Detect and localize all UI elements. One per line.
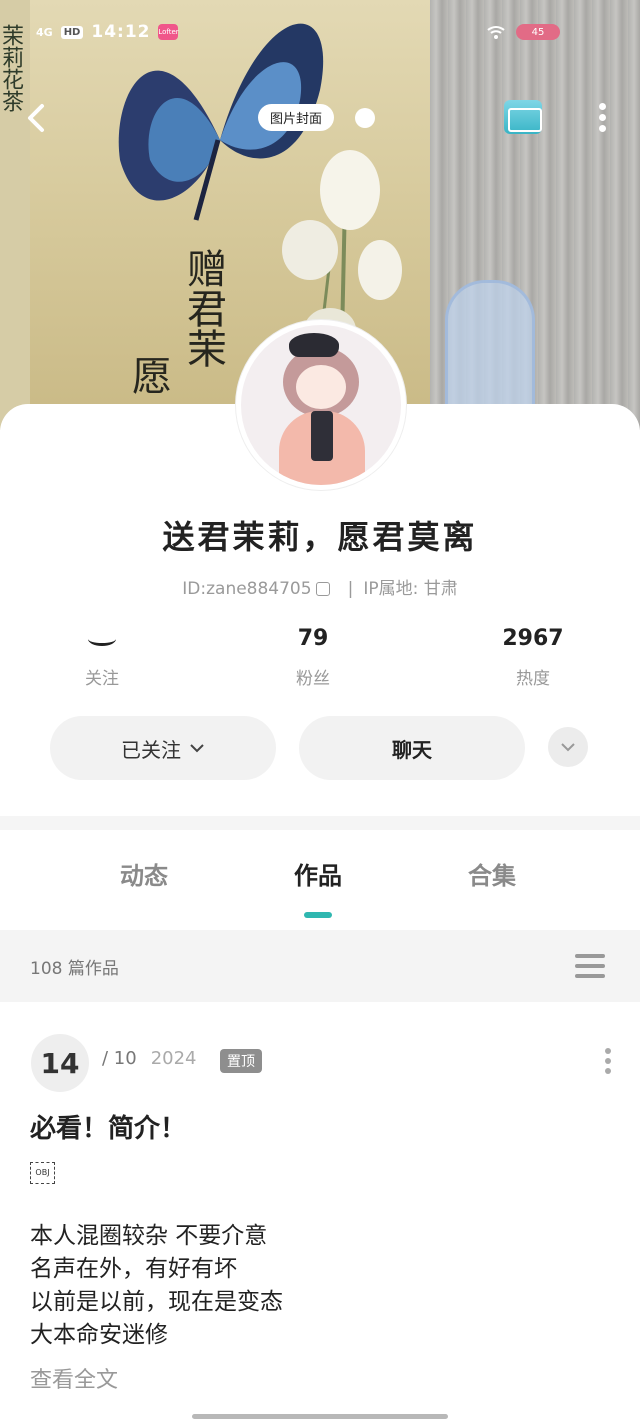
profile-meta: ID:zane884705 | IP属地: 甘肃 — [0, 574, 640, 599]
active-tab-indicator — [304, 912, 332, 918]
mail-icon[interactable] — [504, 100, 542, 134]
avatar[interactable] — [236, 320, 406, 490]
stat-heat[interactable]: 2967 热度 — [473, 626, 593, 689]
more-vertical-icon[interactable] — [594, 100, 610, 136]
stat-label: 热度 — [516, 669, 550, 689]
network-indicator: 4G — [36, 25, 53, 39]
eye-closed-icon — [88, 632, 116, 646]
stat-value: 79 — [297, 626, 329, 651]
stat-value: 2967 — [502, 626, 564, 651]
post-body[interactable]: 本人混圈较杂 不要介意 名声在外，有好有坏 以前是以前，现在是变态 大本命安迷修 — [30, 1220, 283, 1352]
stat-label: 粉丝 — [296, 669, 330, 689]
battery-indicator: 45 — [516, 24, 560, 40]
chat-button[interactable]: 聊天 — [299, 716, 525, 780]
read-more-link[interactable]: 查看全文 — [30, 1362, 118, 1394]
wifi-icon — [487, 26, 505, 39]
post-line: 名声在外，有好有坏 — [30, 1256, 237, 1282]
expand-button[interactable] — [548, 727, 588, 767]
ip-location: IP属地: 甘肃 — [363, 579, 458, 599]
more-vertical-icon[interactable] — [602, 1048, 614, 1080]
copy-icon[interactable] — [315, 582, 330, 596]
cover-poem-line2: 愿 — [125, 355, 171, 395]
pinned-badge: 置顶 — [220, 1049, 262, 1073]
follow-button[interactable]: 已关注 — [50, 716, 276, 780]
post-year: 2024 — [150, 1048, 197, 1069]
user-id: ID:zane884705 — [182, 579, 312, 599]
app-notification-icon: Lofter — [158, 24, 179, 40]
menu-icon[interactable] — [575, 954, 605, 980]
follow-label: 已关注 — [121, 737, 181, 762]
tab-works[interactable]: 作品 — [248, 856, 388, 891]
meta-separator: | — [347, 579, 354, 599]
cover-poem-line1: 赠君茉 — [180, 248, 226, 368]
post-day: 14 — [31, 1034, 89, 1092]
object-placeholder-icon: OBJ — [30, 1162, 55, 1184]
status-bar: 4G HD 14:12 Lofter 45 — [0, 18, 640, 48]
post-line: 大本命安迷修 — [30, 1322, 168, 1348]
post-month: / 10 — [102, 1048, 137, 1069]
stat-fans[interactable]: 79 粉丝 — [253, 626, 373, 689]
profile-name: 送君茉莉，愿君莫离 — [162, 518, 478, 556]
cover-label-chip[interactable]: 图片封面 — [258, 104, 335, 131]
cover-toggle-dot[interactable] — [355, 108, 375, 128]
back-arrow-icon[interactable] — [24, 100, 48, 136]
section-divider — [0, 816, 640, 830]
post-date: / 10 2024 — [102, 1048, 197, 1069]
post-card[interactable] — [0, 1002, 640, 1422]
stat-label: 关注 — [85, 669, 119, 689]
clock: 14:12 — [91, 22, 151, 42]
chevron-down-icon — [190, 744, 204, 753]
post-line: 本人混圈较杂 不要介意 — [30, 1223, 268, 1249]
works-count-bar: 108 篇作品 — [0, 930, 640, 1002]
stat-following[interactable]: 关注 — [42, 626, 162, 689]
tab-collections[interactable]: 合集 — [422, 856, 562, 891]
cover-cup — [445, 280, 535, 420]
home-indicator[interactable] — [192, 1414, 448, 1419]
post-line: 以前是以前，现在是变态 — [30, 1289, 283, 1315]
tab-moments[interactable]: 动态 — [74, 856, 214, 891]
profile-stats: 关注 79 粉丝 2967 热度 — [0, 626, 640, 696]
works-count: 108 篇作品 — [30, 959, 119, 979]
post-title[interactable]: 必看！简介！ — [30, 1108, 186, 1145]
chevron-down-icon — [561, 743, 575, 752]
hd-indicator: HD — [60, 25, 84, 39]
